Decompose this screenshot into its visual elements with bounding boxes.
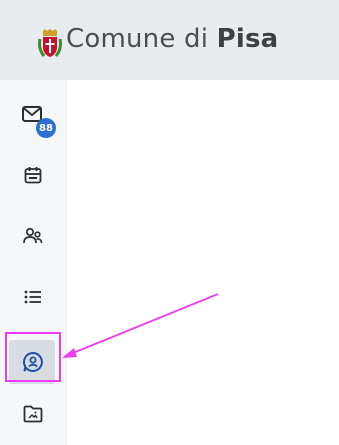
annotation-arrow-icon xyxy=(62,293,219,358)
